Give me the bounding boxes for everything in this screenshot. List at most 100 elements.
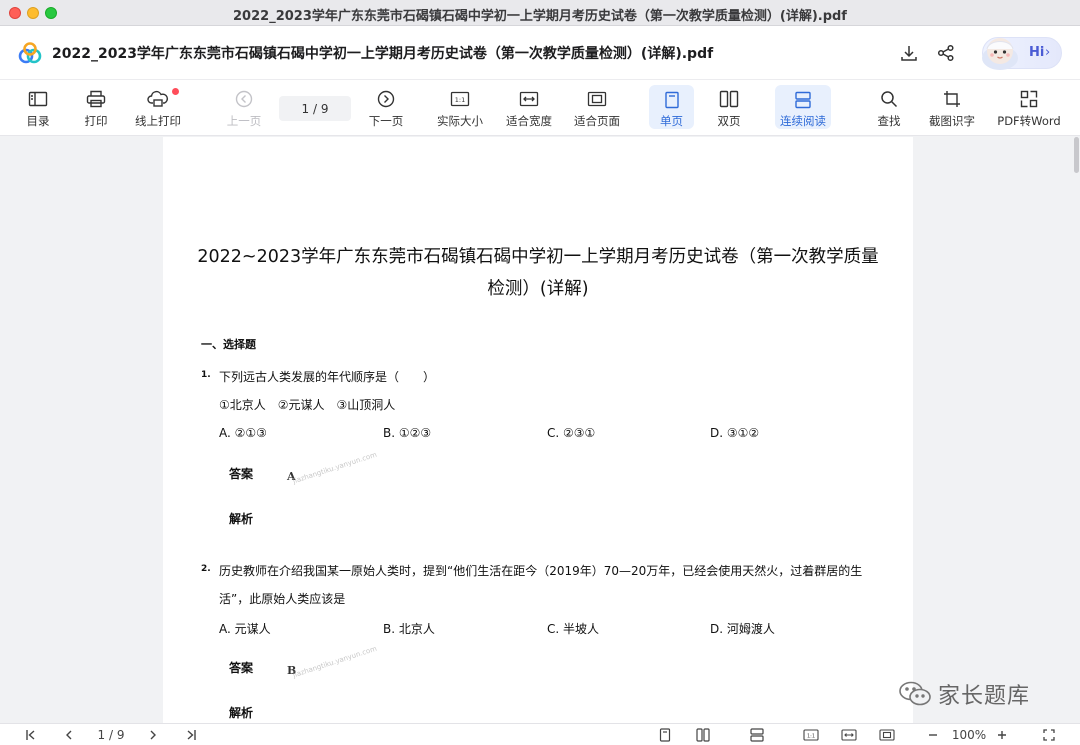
- document-header: 2022_2023学年广东东莞市石碣镇石碣中学初一上学期月考历史试卷（第一次教学…: [0, 26, 1080, 80]
- page-number-input[interactable]: 1 / 9: [279, 96, 351, 121]
- pdf-to-word-icon: [1018, 88, 1040, 110]
- first-page-icon[interactable]: [22, 727, 40, 743]
- online-print-label: 线上打印: [135, 114, 181, 128]
- pdf-to-word-label: PDF转Word: [997, 114, 1061, 128]
- watermark: jiazhangtiku.yanyun.com: [291, 450, 378, 486]
- status-page-indicator[interactable]: 1 / 9: [88, 727, 134, 743]
- svg-text:1:1: 1:1: [455, 96, 465, 104]
- fit-width-button[interactable]: 适合宽度: [502, 80, 556, 132]
- fullscreen-icon[interactable]: [1040, 727, 1058, 743]
- option-d: D. ③①②: [710, 426, 760, 440]
- single-page-label: 单页: [660, 114, 683, 128]
- title-bar: 2022_2023学年广东东莞市石碣镇石碣中学初一上学期月考历史试卷（第一次教学…: [0, 0, 1080, 26]
- option-c: C. ②③①: [547, 426, 596, 440]
- window-title: 2022_2023学年广东东莞市石碣镇石碣中学初一上学期月考历史试卷（第一次教学…: [233, 9, 847, 24]
- exam-title: 2022~2023学年广东东莞市石碣镇石碣中学初一上学期月考历史试卷（第一次教学…: [197, 247, 879, 299]
- question-text: 历史教师在介绍我国某一原始人类时，提到“他们生活在距今（2019年）70—20万…: [219, 564, 863, 606]
- screenshot-ocr-button[interactable]: 截图识字: [925, 80, 979, 132]
- watermark: jiazhangtiku.yanyun.com: [291, 644, 378, 680]
- option-b: B. ①②③: [383, 426, 432, 440]
- double-page-small-icon[interactable]: [694, 727, 712, 743]
- continuous-icon: [792, 89, 814, 110]
- zoom-level[interactable]: 100%: [948, 727, 990, 743]
- actual-size-button[interactable]: 1:1 实际大小: [434, 80, 486, 132]
- question-subtext: ①北京人 ②元谋人 ③山顶洞人: [219, 398, 396, 412]
- actual-size-label: 实际大小: [437, 114, 483, 128]
- next-page-label: 下一页: [368, 114, 404, 128]
- document-name: 2022_2023学年广东东莞市石碣镇石碣中学初一上学期月考历史试卷（第一次教学…: [52, 46, 714, 62]
- wechat-account-name: 家长题库: [938, 684, 1031, 709]
- search-label: 查找: [877, 114, 901, 128]
- continuous-reading-button[interactable]: 连续阅读: [775, 85, 831, 129]
- print-icon: [85, 88, 107, 110]
- prev-page-button[interactable]: 上一页: [224, 80, 264, 132]
- toc-icon: [27, 88, 49, 110]
- double-page-button[interactable]: 双页: [708, 80, 750, 132]
- next-page-button[interactable]: 下一页: [366, 80, 406, 132]
- print-label: 打印: [84, 114, 108, 128]
- toc-label: 目录: [26, 114, 50, 128]
- actual-size-icon: 1:1: [449, 88, 471, 110]
- download-icon[interactable]: [896, 40, 922, 66]
- zoom-in-icon[interactable]: [993, 727, 1011, 743]
- app-logo: [18, 42, 42, 64]
- question-number: 1.: [201, 370, 211, 380]
- option-a: A. 元谋人: [219, 622, 271, 636]
- vertical-scrollbar[interactable]: [1074, 137, 1079, 173]
- screenshot-ocr-label: 截图识字: [929, 114, 975, 128]
- fit-page-icon: [586, 88, 608, 110]
- next-page-icon: [375, 88, 397, 110]
- fit-width-small-icon[interactable]: [839, 727, 859, 743]
- analysis-label: 解析: [229, 706, 254, 720]
- chevron-right-icon: ›: [1045, 45, 1051, 60]
- answer-label: 答案: [229, 661, 254, 675]
- question-number: 2.: [201, 564, 211, 574]
- svg-text:1:1: 1:1: [807, 734, 815, 740]
- last-page-icon[interactable]: [182, 727, 200, 743]
- screenshot-ocr-icon: [941, 88, 963, 110]
- option-d: D. 河姆渡人: [710, 622, 775, 636]
- fit-width-icon: [518, 88, 540, 110]
- cloud-print-icon: [147, 88, 169, 110]
- assistant-label: Hi: [1029, 45, 1045, 60]
- option-c: C. 半坡人: [547, 622, 600, 636]
- share-icon[interactable]: [933, 40, 959, 66]
- next-page-small-icon[interactable]: [144, 727, 162, 743]
- notification-dot: [172, 88, 179, 95]
- wechat-icon: [899, 681, 931, 706]
- prev-page-small-icon[interactable]: [60, 727, 78, 743]
- single-page-icon: [661, 89, 683, 110]
- print-button[interactable]: 打印: [78, 80, 114, 132]
- continuous-small-icon[interactable]: [748, 727, 766, 743]
- single-page-small-icon[interactable]: [656, 727, 674, 743]
- question-text: 下列远古人类发展的年代顺序是（ ）: [219, 370, 436, 384]
- search-icon: [878, 88, 900, 110]
- double-page-label: 双页: [717, 114, 741, 128]
- status-bar: 1 / 9 1:1 100%: [0, 723, 1080, 745]
- answer-label: 答案: [229, 467, 254, 481]
- fit-page-button[interactable]: 适合页面: [570, 80, 624, 132]
- toc-button[interactable]: 目录: [20, 80, 56, 132]
- assistant-avatar: [982, 38, 1018, 70]
- document-viewport[interactable]: 2022~2023学年广东东莞市石碣镇石碣中学初一上学期月考历史试卷（第一次教学…: [0, 137, 1080, 737]
- pdf-to-word-button[interactable]: PDF转Word: [996, 80, 1062, 132]
- fit-page-small-icon[interactable]: [877, 727, 897, 743]
- prev-page-icon: [233, 88, 255, 110]
- assistant-button[interactable]: Hi ›: [982, 37, 1062, 70]
- zoom-out-icon[interactable]: [924, 727, 942, 743]
- option-b: B. 北京人: [383, 622, 435, 636]
- actual-size-small-icon[interactable]: 1:1: [801, 727, 821, 743]
- search-button[interactable]: 查找: [870, 80, 908, 132]
- toolbar: 目录 打印 线上打印 上一页 下一页 1:1 实际大小 适合宽度 适合页面 单页…: [0, 80, 1080, 136]
- continuous-label: 连续阅读: [780, 114, 826, 128]
- analysis-label: 解析: [229, 512, 254, 526]
- wechat-watermark: 家长题库: [898, 678, 1030, 710]
- pdf-page: 2022~2023学年广东东莞市石碣镇石碣中学初一上学期月考历史试卷（第一次教学…: [163, 137, 913, 737]
- fit-width-label: 适合宽度: [506, 114, 552, 128]
- option-a: A. ②①③: [219, 426, 267, 440]
- fit-page-label: 适合页面: [574, 114, 620, 128]
- section-heading: 一、选择题: [201, 338, 256, 351]
- single-page-button[interactable]: 单页: [649, 85, 694, 129]
- double-page-icon: [718, 88, 740, 110]
- prev-page-label: 上一页: [226, 114, 262, 128]
